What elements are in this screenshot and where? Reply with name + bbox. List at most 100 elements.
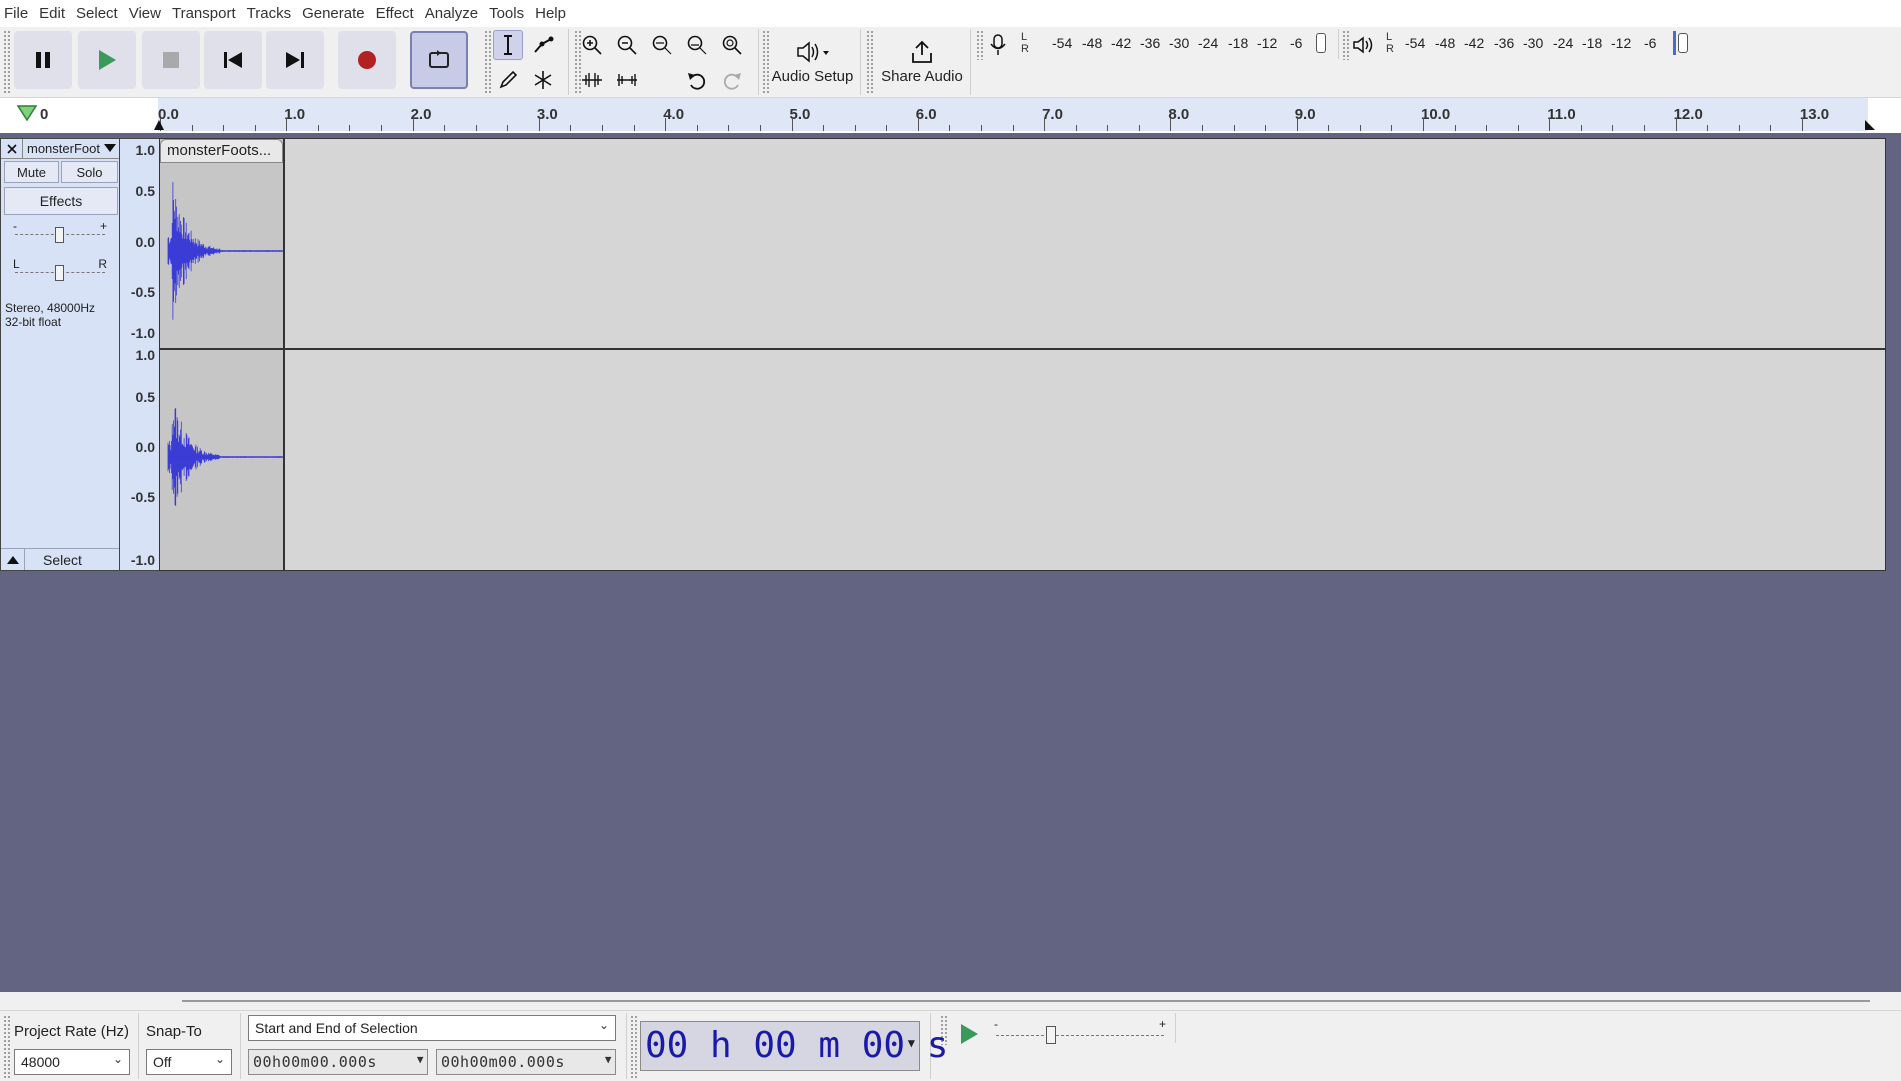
effects-button[interactable]: Effects (4, 187, 118, 215)
microphone-icon[interactable] (988, 33, 1008, 61)
menu-file[interactable]: File (2, 0, 37, 27)
gain-thumb[interactable] (55, 227, 64, 243)
waveform-region[interactable]: monsterFoots... (159, 138, 1886, 571)
time-toolbar-grip[interactable] (630, 1015, 638, 1079)
channel-l-label: L (1386, 31, 1393, 43)
speed-thumb[interactable] (1046, 1026, 1056, 1044)
menu-transport[interactable]: Transport (170, 0, 245, 27)
fit-project-button[interactable] (682, 30, 712, 60)
horizontal-scrollbar[interactable] (0, 992, 1901, 1010)
timeline-ruler[interactable]: 0 0.0 1.0 2.0 3.0 4.0 5.0 6.0 7.0 8.0 9.0 10.0 11.0… (0, 98, 1901, 133)
stop-icon (163, 52, 179, 68)
meter-tick: -36 (1494, 35, 1515, 51)
dropdown-arrow-icon (104, 144, 116, 152)
chevron-down-icon: ⌄ (112, 1052, 123, 1066)
menu-help[interactable]: Help (533, 0, 575, 27)
menu-tools[interactable]: Tools (487, 0, 533, 27)
trim-audio-button[interactable] (577, 65, 607, 95)
share-audio-label: Share Audio (881, 68, 963, 85)
selection-start-field[interactable]: 00h00m00.000s ▼ (248, 1049, 428, 1075)
ruler-minor-tick (1328, 125, 1330, 131)
ruler-minor-tick (1138, 125, 1140, 131)
share-grip[interactable] (866, 30, 874, 94)
multi-tool[interactable] (528, 65, 558, 95)
play-meter-grip[interactable] (1342, 30, 1350, 60)
solo-button[interactable]: Solo (61, 161, 118, 183)
meter-tick: -54 (1405, 35, 1426, 51)
audio-position-display[interactable]: 00 h 00 m 00 s ▼ (640, 1021, 948, 1071)
audio-position-value: 00 h 00 m 00 s (645, 1025, 949, 1066)
play-head-marker (154, 120, 164, 130)
scrollbar-thumb[interactable] (182, 1000, 1870, 1002)
audio-setup-label: Audio Setup (771, 68, 854, 85)
close-track-button[interactable] (1, 139, 23, 159)
zoom-in-button[interactable] (577, 30, 607, 60)
zoom-toggle-button[interactable] (717, 30, 747, 60)
silence-audio-button[interactable] (612, 65, 642, 95)
play-button[interactable] (78, 31, 136, 89)
draw-tool[interactable] (493, 65, 523, 95)
record-meter-grip[interactable] (976, 30, 984, 60)
audio-setup-button[interactable]: Audio Setup (770, 31, 855, 93)
playback-meter-slider-thumb[interactable] (1678, 33, 1688, 53)
project-rate-select[interactable]: 48000 ⌄ (14, 1049, 130, 1075)
tools-grip[interactable] (484, 30, 492, 94)
ruler-minor-tick (349, 125, 351, 131)
selection-tool[interactable] (493, 30, 523, 60)
meter-tick: -12 (1257, 35, 1278, 51)
left-channel-waveform (167, 182, 283, 320)
selection-end-field[interactable]: 00h00m00.000s ▼ (436, 1049, 616, 1075)
ruler-minor-tick (1012, 125, 1014, 131)
skip-to-start-button[interactable] (204, 31, 262, 89)
playback-meter-marker (1673, 31, 1676, 55)
gain-slider[interactable]: - + (13, 219, 109, 245)
amp-label: 1.0 (135, 347, 155, 363)
playback-speed-slider[interactable]: - + (994, 1017, 1166, 1047)
play-at-speed-button[interactable] (954, 1021, 984, 1047)
menu-analyze[interactable]: Analyze (423, 0, 487, 27)
mute-button[interactable]: Mute (4, 161, 59, 183)
redo-button[interactable] (717, 65, 747, 95)
skip-to-end-button[interactable] (266, 31, 324, 89)
toolbar-separator (860, 29, 861, 95)
track-name-menu[interactable]: monsterFoot (23, 139, 119, 159)
toolbar-grip[interactable] (3, 30, 11, 94)
audio-clip[interactable]: monsterFoots... (160, 139, 285, 570)
menu-generate[interactable]: Generate (300, 0, 374, 27)
pan-slider[interactable]: L R (13, 257, 109, 283)
menu-tracks[interactable]: Tracks (245, 0, 300, 27)
toolbar-separator (240, 1013, 241, 1079)
menu-effect[interactable]: Effect (374, 0, 423, 27)
pause-button[interactable] (14, 31, 72, 89)
selection-toolbar-grip[interactable] (3, 1015, 11, 1079)
track-control-panel[interactable]: monsterFoot Mute Solo Effects - + L R St… (0, 138, 120, 571)
menu-view[interactable]: View (127, 0, 170, 27)
playback-meter[interactable]: -54 -48 -42 -36 -30 -24 -18 -12 -6 (1397, 30, 1707, 56)
zoom-out-button[interactable] (612, 30, 642, 60)
pan-thumb[interactable] (55, 265, 64, 281)
audio-setup-grip[interactable] (762, 30, 770, 94)
selection-mode-select[interactable]: Start and End of Selection ⌄ (248, 1015, 616, 1041)
menu-edit[interactable]: Edit (37, 0, 74, 27)
triangle-down-icon (16, 105, 38, 122)
timeline-options-button[interactable] (16, 104, 38, 126)
collapse-track-button[interactable] (1, 549, 25, 570)
speaker-icon[interactable] (1352, 33, 1376, 61)
share-audio-button[interactable]: Share Audio (876, 31, 968, 93)
envelope-tool[interactable] (528, 30, 558, 60)
chevron-down-icon: ⌄ (598, 1018, 609, 1032)
record-button[interactable] (338, 31, 396, 89)
ruler-tick-label: 5.0 (789, 106, 811, 123)
record-meter[interactable]: -54 -48 -42 -36 -30 -24 -18 -12 -6 (1032, 30, 1342, 56)
ruler-major-tick (791, 118, 793, 131)
selection-start-value: 00h00m00.000s (253, 1053, 377, 1071)
stop-button[interactable] (142, 31, 200, 89)
record-meter-slider-thumb[interactable] (1316, 33, 1326, 53)
loop-button[interactable] (410, 31, 468, 89)
meter-tick: -36 (1140, 35, 1161, 51)
snap-to-select[interactable]: Off ⌄ (146, 1049, 232, 1075)
undo-button[interactable] (682, 65, 712, 95)
menu-select[interactable]: Select (74, 0, 127, 27)
fit-selection-button[interactable] (647, 30, 677, 60)
select-track-button[interactable]: Select (43, 552, 82, 568)
